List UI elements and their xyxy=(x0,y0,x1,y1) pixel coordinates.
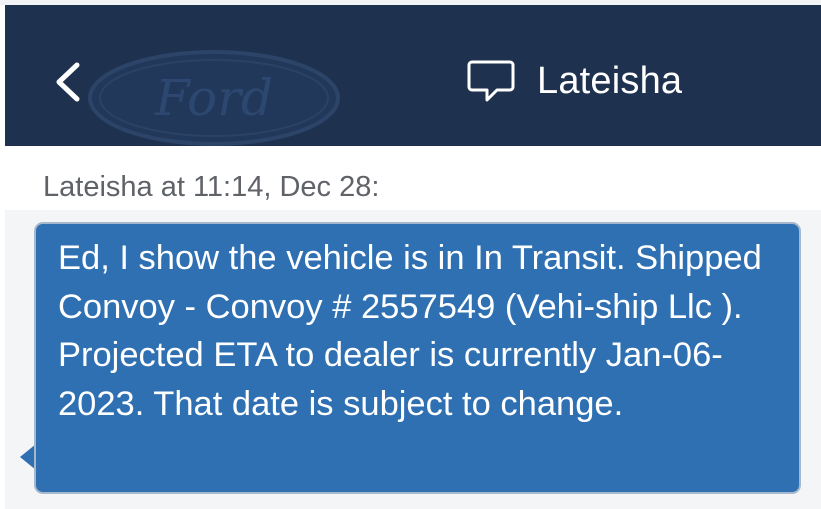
chat-content: Lateisha at 11:14, Dec 28: Ed, I show th… xyxy=(5,146,821,509)
contact-name: Lateisha xyxy=(537,60,683,102)
message-sender-timestamp: Lateisha at 11:14, Dec 28: xyxy=(43,171,380,203)
chat-header: Ford Lateisha xyxy=(5,5,821,146)
message-text: Ed, I show the vehicle is in In Transit.… xyxy=(58,239,762,423)
svg-text:Ford: Ford xyxy=(154,69,273,127)
chevron-left-icon xyxy=(56,62,80,102)
back-button[interactable] xyxy=(49,59,89,105)
chat-title[interactable]: Lateisha xyxy=(467,55,682,107)
speech-bubble-icon xyxy=(467,60,515,102)
message-bubble[interactable]: Ed, I show the vehicle is in In Transit.… xyxy=(34,222,801,494)
ford-logo: Ford xyxy=(88,50,340,146)
